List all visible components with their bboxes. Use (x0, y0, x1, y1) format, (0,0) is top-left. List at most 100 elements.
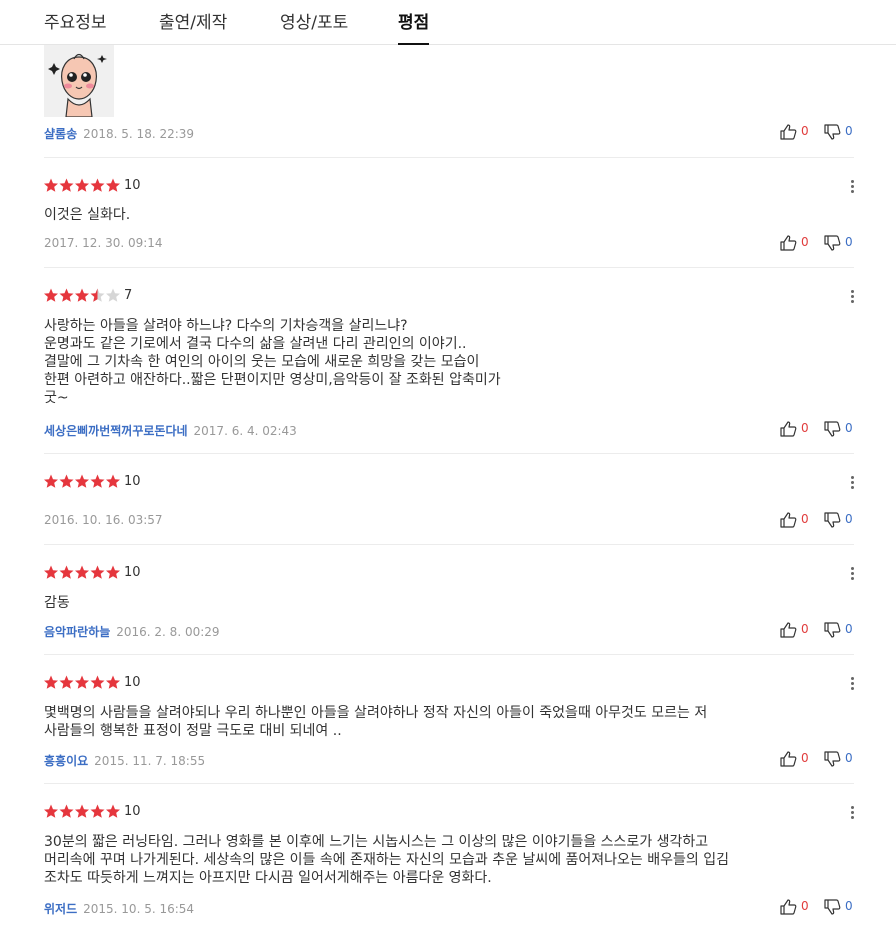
review-meta: 위저드 2015. 10. 5. 16:54 (44, 900, 194, 917)
star-icon (75, 675, 89, 689)
divider (44, 267, 854, 268)
comment-sticker-image (44, 45, 114, 117)
rating-score: 10 (124, 474, 141, 489)
like-count: 0 (801, 899, 809, 913)
star-icon (75, 565, 89, 579)
review-meta: 세상은삐까번쩍꺼꾸로돈다네 2017. 6. 4. 02:43 (44, 422, 297, 439)
review-date: 2017. 12. 30. 09:14 (44, 236, 163, 250)
star-rating (44, 674, 120, 690)
thumbs-up-icon (780, 235, 797, 251)
vote-group: 00 (780, 235, 860, 251)
thumbs-down-icon (824, 751, 841, 767)
star-icon (106, 804, 120, 818)
dislike-count: 0 (845, 124, 853, 138)
tab-video-photo[interactable]: 영상/포토 (280, 8, 348, 45)
rating-score: 10 (124, 178, 141, 193)
star-icon (90, 178, 105, 192)
like-count: 0 (801, 421, 809, 435)
review-text: 감동 (44, 595, 70, 611)
user-nickname[interactable]: 샬롬송 (44, 127, 77, 141)
vote-group: 00 (780, 512, 860, 528)
star-icon (106, 178, 120, 192)
star-icon (59, 288, 74, 302)
vote-group: 00 (780, 751, 860, 767)
star-icon (44, 178, 58, 192)
thumbs-down-icon (824, 899, 841, 915)
thumbs-down-icon (824, 622, 841, 638)
thumbs-up-icon (780, 899, 797, 915)
dislike-count: 0 (845, 899, 853, 913)
comment-meta: 샬롬송 2018. 5. 18. 22:39 (44, 125, 194, 142)
star-icon (44, 288, 58, 302)
review-text: 30분의 짧은 러닝타임. 그러나 영화를 본 이후에 느기는 시놉시스는 그 … (44, 834, 729, 886)
divider (44, 783, 854, 784)
more-options-icon[interactable] (846, 475, 858, 491)
user-nickname[interactable]: 음악파란하늘 (44, 625, 110, 639)
review-text: 이것은 실화다. (44, 207, 131, 223)
thumbs-down-icon (824, 235, 841, 251)
star-rating (44, 287, 120, 303)
like-count: 0 (801, 124, 809, 138)
vote-group: 00 (780, 622, 860, 638)
comment-date: 2018. 5. 18. 22:39 (83, 127, 195, 141)
dislike-count: 0 (845, 421, 853, 435)
star-rating (44, 177, 120, 193)
dislike-count: 0 (845, 512, 853, 526)
vote-group: 0 0 (780, 124, 860, 140)
star-icon (90, 288, 105, 302)
review-meta: 2017. 12. 30. 09:14 (44, 236, 163, 250)
more-options-icon[interactable] (846, 289, 858, 305)
rating-score: 10 (124, 804, 141, 819)
star-icon (106, 288, 120, 302)
star-icon (106, 474, 120, 488)
tab-cast-crew[interactable]: 출연/제작 (159, 8, 227, 45)
star-icon (106, 675, 120, 689)
star-icon (75, 474, 89, 488)
thumbs-up-icon (780, 751, 797, 767)
star-rating (44, 803, 120, 819)
user-nickname[interactable]: 위저드 (44, 902, 77, 916)
tab-ratings[interactable]: 평점 (398, 8, 430, 45)
star-icon (75, 288, 89, 302)
divider (44, 654, 854, 655)
star-icon (90, 565, 105, 579)
review-date: 2016. 10. 16. 03:57 (44, 513, 163, 527)
more-options-icon[interactable] (846, 676, 858, 692)
user-nickname[interactable]: 흥흥이요 (44, 754, 88, 768)
thumbs-down-icon (824, 512, 841, 528)
thumbs-up-icon (780, 512, 797, 528)
star-icon (59, 804, 74, 818)
more-options-icon[interactable] (846, 805, 858, 821)
tab-main-info[interactable]: 주요정보 (44, 8, 107, 45)
dislike-count: 0 (845, 235, 853, 249)
like-count: 0 (801, 512, 809, 526)
thumbs-up-icon (780, 622, 797, 638)
vote-group: 00 (780, 899, 860, 915)
star-icon (44, 474, 58, 488)
review-text: 몇백명의 사람들을 살려야되나 우리 하나뿐인 아들을 살려야하나 정작 자신의… (44, 705, 708, 739)
more-options-icon[interactable] (846, 566, 858, 582)
divider (44, 453, 854, 454)
like-count: 0 (801, 235, 809, 249)
user-nickname[interactable]: 세상은삐까번쩍꺼꾸로돈다네 (44, 424, 188, 438)
star-icon (90, 675, 105, 689)
star-icon (44, 804, 58, 818)
star-icon (75, 804, 89, 818)
divider (44, 157, 854, 158)
star-icon (44, 675, 58, 689)
star-icon (59, 474, 74, 488)
star-icon (59, 178, 74, 192)
star-icon (90, 804, 105, 818)
more-options-icon[interactable] (846, 179, 858, 195)
star-rating (44, 473, 120, 489)
review-meta: 음악파란하늘 2016. 2. 8. 00:29 (44, 623, 220, 640)
dislike-count: 0 (845, 751, 853, 765)
thumbs-up-icon (780, 124, 797, 140)
star-icon (75, 178, 89, 192)
review-meta: 흥흥이요 2015. 11. 7. 18:55 (44, 752, 205, 769)
review-date: 2017. 6. 4. 02:43 (193, 424, 297, 438)
thumbs-down-icon (824, 421, 841, 437)
like-count: 0 (801, 622, 809, 636)
rating-score: 10 (124, 565, 141, 580)
star-icon (90, 474, 105, 488)
